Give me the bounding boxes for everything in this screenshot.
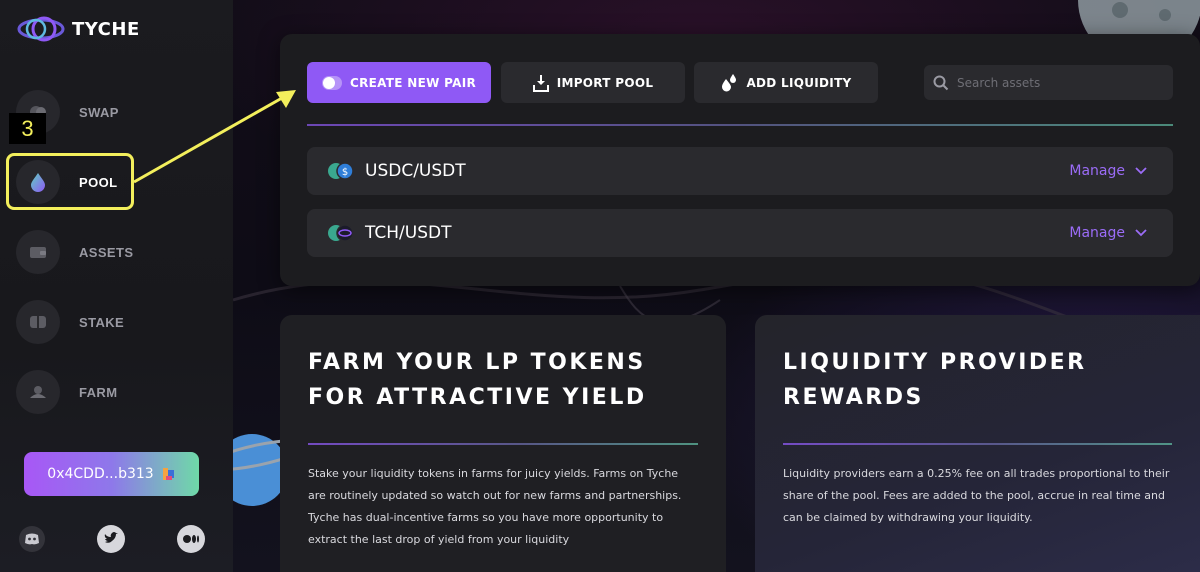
sidebar-item-swap[interactable]: SWAP [16, 89, 216, 135]
rewards-card-title-line1: LIQUIDITY PROVIDER [783, 350, 1087, 375]
import-icon [532, 74, 549, 92]
twitter-link[interactable] [96, 524, 126, 554]
add-liquidity-button[interactable]: ADD LIQUIDITY [694, 62, 878, 103]
medium-icon [177, 525, 205, 553]
rewards-info-card: LIQUIDITY PROVIDER REWARDS Liquidity pro… [755, 315, 1200, 572]
search-input[interactable] [957, 75, 1157, 90]
sidebar: TYCHE SWAP POOL ASSETS STAKE FARM 0x4CDD… [0, 0, 233, 572]
search-bar[interactable] [924, 65, 1173, 100]
svg-text:$: $ [342, 167, 348, 178]
twitter-icon [97, 525, 125, 553]
discord-icon [19, 526, 45, 552]
farm-icon [16, 370, 60, 414]
chevron-down-icon [1135, 167, 1147, 175]
sidebar-item-assets[interactable]: ASSETS [16, 229, 216, 275]
wallet-address: 0x4CDD...b313 [47, 466, 154, 482]
tch-usdt-pair-icon [328, 224, 354, 242]
pool-panel: CREATE NEW PAIR IMPORT POOL ADD LIQUIDIT… [280, 34, 1200, 286]
wallet-icon [16, 230, 60, 274]
tutorial-highlight [6, 153, 134, 210]
rewards-card-title: LIQUIDITY PROVIDER REWARDS [783, 345, 1172, 415]
farm-card-title-line2: FOR ATTRACTIVE YIELD [308, 385, 647, 410]
pool-row-usdc-usdt[interactable]: $ USDC/USDT Manage [307, 147, 1173, 195]
medium-link[interactable] [176, 524, 206, 554]
pool-row-tch-usdt[interactable]: TCH/USDT Manage [307, 209, 1173, 257]
create-new-pair-label: CREATE NEW PAIR [350, 75, 476, 90]
farm-card-title: FARM YOUR LP TOKENS FOR ATTRACTIVE YIELD [308, 345, 698, 415]
chevron-down-icon [1135, 229, 1147, 237]
manage-button[interactable]: Manage [1069, 163, 1147, 179]
pool-pair-name: TCH/USDT [365, 223, 452, 243]
section-divider [307, 124, 1173, 126]
sidebar-item-label: SWAP [79, 104, 119, 120]
manage-button[interactable]: Manage [1069, 225, 1147, 241]
pool-pair-name: USDC/USDT [365, 161, 466, 181]
stake-icon [16, 300, 60, 344]
card-divider [783, 443, 1172, 445]
app-name: TYCHE [72, 18, 140, 40]
import-pool-button[interactable]: IMPORT POOL [501, 62, 685, 103]
import-pool-label: IMPORT POOL [556, 75, 654, 90]
tyche-logo-icon [17, 16, 65, 42]
search-icon [933, 75, 949, 90]
wallet-avatar-icon [162, 468, 174, 480]
sidebar-item-stake[interactable]: STAKE [16, 299, 216, 345]
rewards-card-text: Liquidity providers earn a 0.25% fee on … [783, 467, 1170, 524]
create-new-pair-button[interactable]: CREATE NEW PAIR [307, 62, 491, 103]
farm-card-text: Stake your liquidity tokens in farms for… [308, 467, 682, 546]
rewards-card-title-line2: REWARDS [783, 385, 924, 410]
sidebar-item-farm[interactable]: FARM [16, 369, 216, 415]
farm-info-card: FARM YOUR LP TOKENS FOR ATTRACTIVE YIELD… [280, 315, 726, 572]
sidebar-item-label: STAKE [79, 314, 125, 330]
logo[interactable]: TYCHE [16, 12, 140, 46]
farm-card-title-line1: FARM YOUR LP TOKENS [308, 350, 646, 375]
discord-link[interactable] [17, 524, 47, 554]
add-liquidity-label: ADD LIQUIDITY [746, 75, 852, 90]
toggle-icon [322, 75, 342, 90]
manage-label: Manage [1069, 225, 1125, 241]
droplets-icon [722, 73, 737, 91]
manage-label: Manage [1069, 163, 1125, 179]
wallet-address-button[interactable]: 0x4CDD...b313 [24, 452, 199, 496]
tutorial-step-badge: 3 [9, 113, 46, 144]
card-divider [308, 443, 698, 445]
sidebar-item-label: FARM [79, 384, 118, 400]
usdc-usdt-pair-icon: $ [328, 162, 354, 180]
sidebar-item-label: ASSETS [79, 244, 134, 260]
